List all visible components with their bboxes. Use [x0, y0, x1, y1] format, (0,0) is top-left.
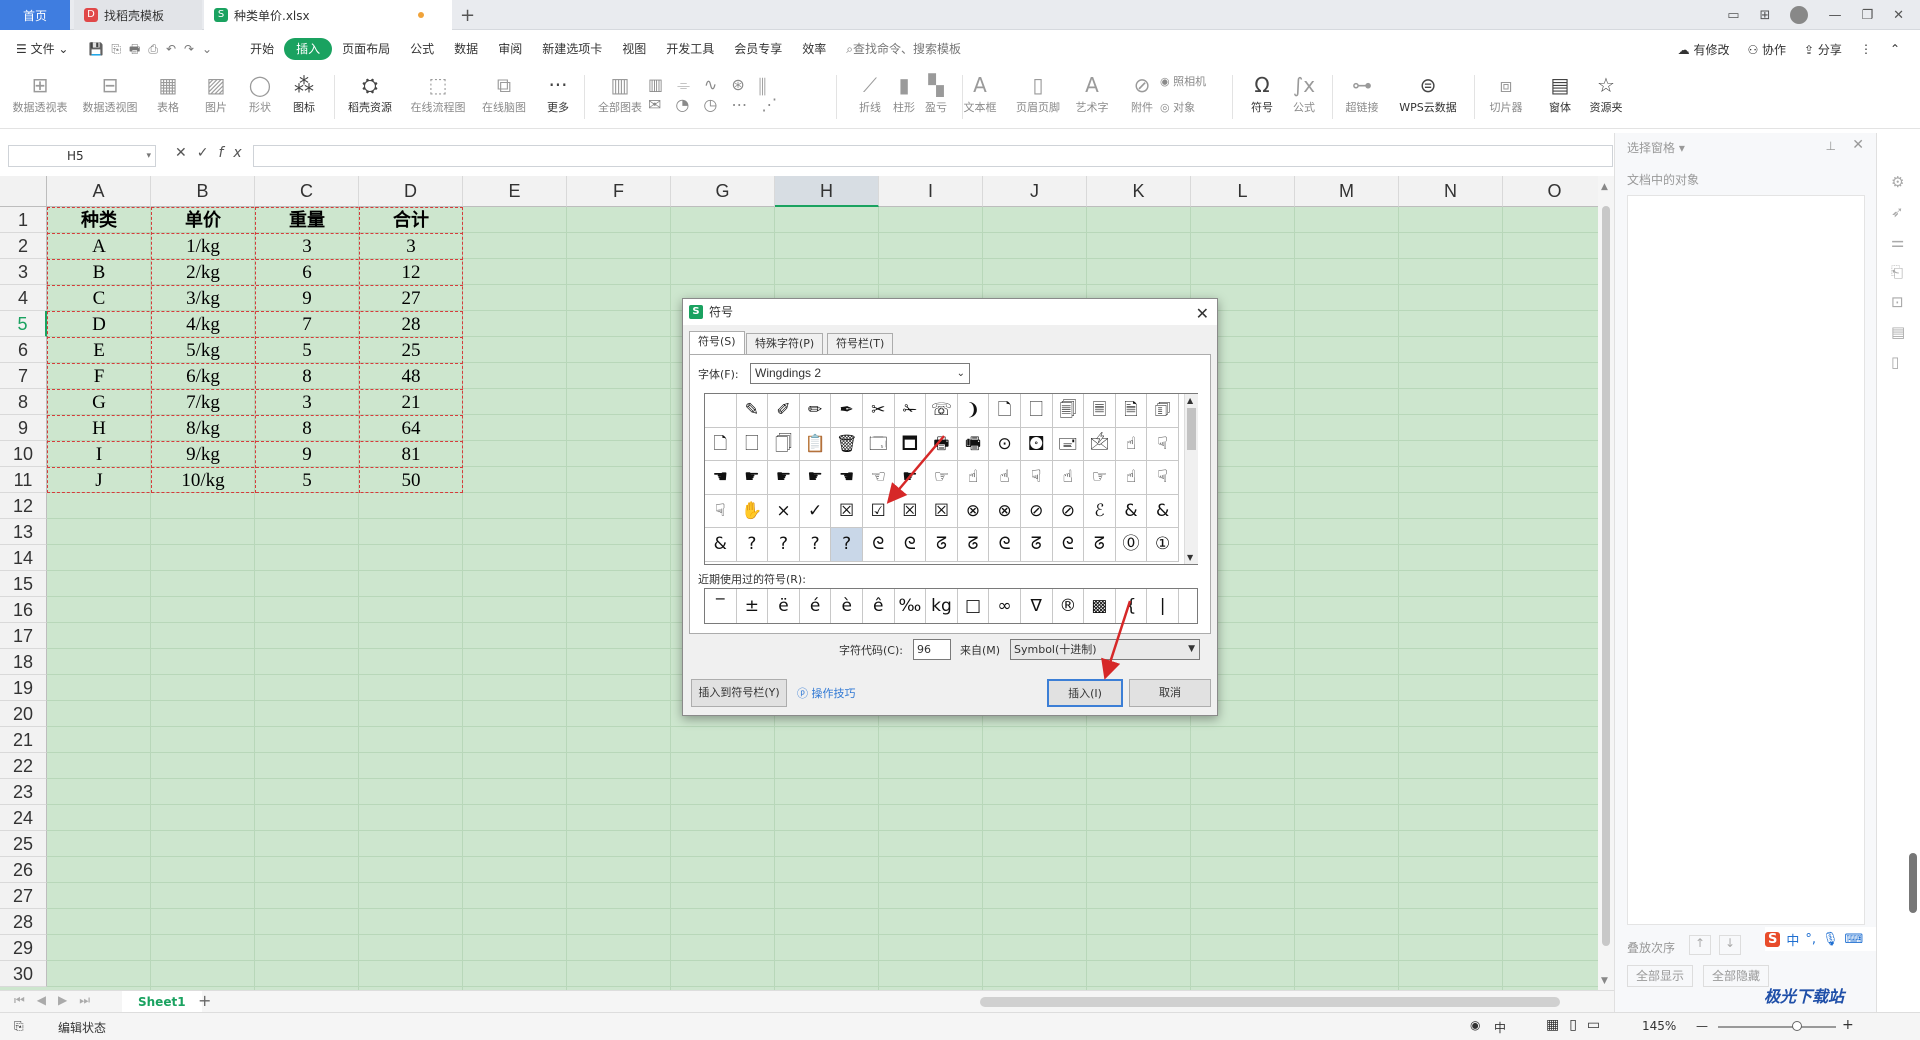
arrow-to-checkbox	[886, 435, 945, 504]
watermark: 极光下载站	[1764, 987, 1845, 1006]
arrow-to-insert	[1101, 600, 1132, 680]
annotation-arrows	[886, 435, 1132, 680]
